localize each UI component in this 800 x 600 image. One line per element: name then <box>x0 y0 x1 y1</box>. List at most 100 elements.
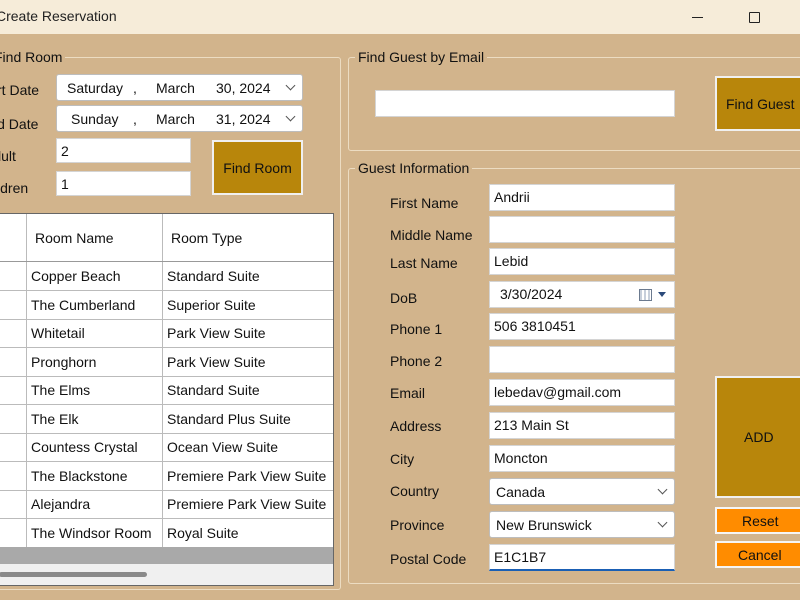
maximize-button[interactable] <box>731 0 777 34</box>
calendar-icon[interactable] <box>639 289 652 301</box>
province-value: New Brunswick <box>496 517 592 533</box>
minimize-button[interactable] <box>674 0 720 34</box>
phone2-input[interactable] <box>489 346 675 373</box>
rooms-table[interactable]: Room Name Room Type Copper Beach Standard… <box>0 213 334 586</box>
middle-name-label: Middle Name <box>390 227 473 243</box>
city-input[interactable]: Moncton <box>489 445 675 472</box>
children-input[interactable]: 1 <box>56 171 191 196</box>
table-row[interactable]: Pronghorn Park View Suite <box>0 347 333 377</box>
cell-room-type[interactable]: Standard Suite <box>163 262 333 290</box>
dob-value: 3/30/2024 <box>500 286 563 302</box>
horizontal-scrollbar[interactable] <box>0 564 333 585</box>
cancel-button[interactable]: Cancel <box>715 541 800 568</box>
row-header-cell[interactable] <box>0 347 27 376</box>
cell-room-type[interactable]: Park View Suite <box>163 348 333 376</box>
province-label: Province <box>390 517 445 533</box>
adult-input[interactable]: 2 <box>56 138 191 163</box>
cell-room-type[interactable]: Standard Plus Suite <box>163 405 333 433</box>
cell-room-type[interactable]: Royal Suite <box>163 519 333 547</box>
column-header-room-type[interactable]: Room Type <box>163 214 333 261</box>
last-name-input[interactable]: Lebid <box>489 248 675 275</box>
row-header-cell[interactable] <box>0 376 27 404</box>
reset-button[interactable]: Reset <box>715 507 800 534</box>
find-room-button[interactable]: Find Room <box>212 140 303 195</box>
end-date-day: 31, 2024 <box>216 111 271 127</box>
chevron-down-icon <box>658 486 668 496</box>
table-row[interactable]: Countess Crystal Ocean View Suite <box>0 433 333 462</box>
children-label: Children <box>0 180 29 196</box>
row-header-cell[interactable] <box>0 404 27 433</box>
row-header-cell[interactable] <box>0 262 27 290</box>
column-header-room-name[interactable]: Room Name <box>27 214 163 261</box>
table-empty-area <box>0 547 333 564</box>
first-name-input[interactable]: Andrii <box>489 184 675 211</box>
cell-room-name[interactable]: Copper Beach <box>27 262 163 290</box>
province-select[interactable]: New Brunswick <box>489 511 675 538</box>
email-input[interactable]: lebedav@gmail.com <box>489 379 675 406</box>
dob-label: DoB <box>390 290 418 306</box>
middle-name-input[interactable] <box>489 216 675 243</box>
cell-room-type[interactable]: Superior Suite <box>163 291 333 319</box>
table-row[interactable]: The Elk Standard Plus Suite <box>0 404 333 434</box>
chevron-down-icon <box>658 519 668 529</box>
title-bar: Create Reservation <box>0 0 800 34</box>
row-header-cell[interactable] <box>0 433 27 461</box>
end-date-picker[interactable]: Sunday , March 31, 2024 <box>56 105 303 132</box>
scrollbar-thumb[interactable] <box>0 572 147 577</box>
address-label: Address <box>390 418 442 434</box>
cell-room-type[interactable]: Premiere Park View Suite <box>163 490 333 518</box>
minimize-icon <box>691 16 703 18</box>
table-row[interactable]: The Windsor Room Royal Suite <box>0 518 333 548</box>
start-date-sep: , <box>133 80 137 96</box>
end-date-weekday: Sunday <box>71 111 119 127</box>
cell-room-type[interactable]: Park View Suite <box>163 319 333 347</box>
dob-date-picker[interactable]: 3/30/2024 <box>489 281 675 308</box>
postal-code-label: Postal Code <box>390 551 467 567</box>
end-date-label: End Date <box>0 116 39 132</box>
cell-room-name[interactable]: The Elms <box>27 376 163 404</box>
cell-room-name[interactable]: Pronghorn <box>27 347 163 376</box>
cell-room-name[interactable]: The Elk <box>27 404 163 433</box>
table-row[interactable]: Alejandra Premiere Park View Suite <box>0 490 333 519</box>
table-row[interactable]: The Cumberland Superior Suite <box>0 290 333 320</box>
guest-info-legend: Guest Information <box>355 160 473 176</box>
table-row[interactable]: The Elms Standard Suite <box>0 376 333 405</box>
row-header-cell[interactable] <box>0 461 27 490</box>
cell-room-type[interactable]: Standard Suite <box>163 376 333 404</box>
find-guest-email-input[interactable] <box>375 90 675 117</box>
start-date-label: Start Date <box>0 82 40 98</box>
find-guest-button[interactable]: Find Guest <box>715 76 800 131</box>
dropdown-arrow-icon[interactable] <box>658 292 666 297</box>
address-input[interactable]: 213 Main St <box>489 412 675 439</box>
country-label: Country <box>390 483 440 499</box>
city-label: City <box>390 451 415 467</box>
phone1-input[interactable]: 506 3810451 <box>489 313 675 340</box>
chevron-down-icon <box>286 82 296 92</box>
cell-room-name[interactable]: The Blackstone <box>27 461 163 490</box>
table-row[interactable]: Copper Beach Standard Suite <box>0 262 333 291</box>
phone2-label: Phone 2 <box>390 353 443 369</box>
cell-room-name[interactable]: Alejandra <box>27 490 163 518</box>
cell-room-type[interactable]: Premiere Park View Suite <box>163 462 333 490</box>
start-date-picker[interactable]: Saturday , March 30, 2024 <box>56 74 303 101</box>
window-title: Create Reservation <box>0 8 117 24</box>
cell-room-name[interactable]: The Cumberland <box>27 290 163 319</box>
row-header-cell[interactable] <box>0 319 27 347</box>
postal-code-input[interactable]: E1C1B7 <box>489 544 675 571</box>
cell-room-name[interactable]: Countess Crystal <box>27 433 163 461</box>
find-guest-legend: Find Guest by Email <box>355 49 488 65</box>
row-header-cell[interactable] <box>0 518 27 547</box>
cell-room-name[interactable]: The Windsor Room <box>27 518 163 547</box>
table-row[interactable]: The Blackstone Premiere Park View Suite <box>0 461 333 491</box>
add-button[interactable]: ADD <box>715 376 800 498</box>
start-date-month: March <box>156 80 195 96</box>
row-header-cell[interactable] <box>0 490 27 518</box>
country-select[interactable]: Canada <box>489 478 675 505</box>
start-date-weekday: Saturday <box>67 80 124 96</box>
cell-room-name[interactable]: Whitetail <box>27 319 163 347</box>
row-header-cell[interactable] <box>0 290 27 319</box>
table-row[interactable]: Whitetail Park View Suite <box>0 319 333 348</box>
end-date-sep: , <box>133 111 137 127</box>
cell-room-type[interactable]: Ocean View Suite <box>163 433 333 461</box>
start-date-day: 30, 2024 <box>216 80 271 96</box>
